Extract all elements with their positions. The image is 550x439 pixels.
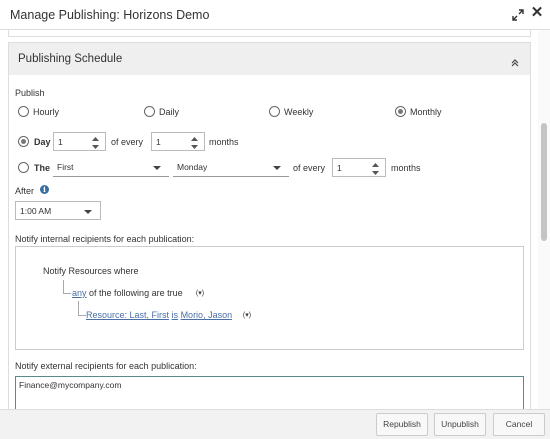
external-notify-label: Notify external recipients for each publ…	[15, 361, 197, 371]
publish-label: Publish	[15, 88, 45, 98]
stepper-arrows-icon[interactable]	[372, 162, 379, 175]
day-of-every-label: of every	[111, 137, 144, 147]
radio-monthly[interactable]	[395, 106, 406, 117]
internal-notify-label: Notify internal recipients for each publ…	[15, 234, 195, 244]
external-recipients-textarea[interactable]: Finance@mycompany.com	[15, 376, 524, 409]
rule-root-label: Notify Resources where	[43, 266, 139, 276]
dialog-content: Publishing Schedule Publish Hourly Daily…	[0, 30, 550, 409]
radio-monthly-label: Monthly	[410, 107, 442, 117]
tree-connector	[78, 301, 86, 316]
the-of-every-label: of every	[293, 163, 326, 173]
dialog-title: Manage Publishing: Horizons Demo	[10, 8, 210, 22]
condition-menu-caret[interactable]: (▾)	[242, 311, 252, 320]
rule-condition-row: Resource: Last, First is Morio, Jason	[86, 310, 232, 320]
weekday-select[interactable]: Monday	[173, 158, 289, 177]
close-icon[interactable]: ✕	[530, 5, 544, 20]
after-label: After	[15, 186, 35, 196]
radio-daily-label: Daily	[159, 107, 180, 117]
the-months-label: months	[391, 163, 421, 173]
radio-weekly-label: Weekly	[284, 107, 314, 117]
external-recipients-value: Finance@mycompany.com	[19, 380, 122, 390]
scrollbar[interactable]	[538, 30, 550, 409]
internal-notify-rule-box: Notify Resources where any of the follow…	[15, 246, 524, 350]
tree-connector	[63, 280, 71, 294]
rule-quantifier-row: any of the following are true	[72, 288, 183, 298]
radio-hourly[interactable]	[18, 106, 29, 117]
quantifier-link[interactable]: any	[72, 288, 87, 298]
radio-the-label: The	[34, 163, 51, 173]
day-number-value: 1	[58, 137, 63, 147]
scroll-thumb[interactable]	[541, 123, 547, 241]
quantifier-rest-label: of the following are true	[89, 288, 183, 298]
day-months-stepper[interactable]: 1	[151, 132, 205, 151]
day-months-label: months	[209, 137, 239, 147]
condition-operator-link[interactable]: is	[172, 310, 179, 320]
day-months-value: 1	[156, 137, 161, 147]
chevron-down-icon	[84, 210, 92, 214]
info-icon[interactable]: i	[40, 185, 49, 194]
panel-header[interactable]: Publishing Schedule	[9, 43, 530, 75]
radio-the[interactable]	[18, 162, 29, 173]
previous-section-edge	[8, 30, 531, 37]
the-months-value: 1	[337, 163, 342, 173]
dialog-titlebar: Manage Publishing: Horizons Demo ✕	[0, 0, 550, 30]
radio-day-label: Day	[34, 137, 51, 147]
stepper-arrows-icon[interactable]	[191, 136, 198, 149]
radio-daily[interactable]	[144, 106, 155, 117]
dialog-footer: Republish Unpublish Cancel	[0, 409, 550, 439]
condition-value-link[interactable]: Morio, Jason	[181, 310, 233, 320]
republish-button[interactable]: Republish	[376, 413, 428, 436]
radio-hourly-label: Hourly	[33, 107, 60, 117]
day-number-stepper[interactable]: 1	[53, 132, 106, 151]
quantifier-menu-caret[interactable]: (▾)	[195, 289, 205, 298]
chevron-down-icon	[273, 166, 281, 170]
unpublish-button[interactable]: Unpublish	[434, 413, 486, 436]
expand-icon[interactable]	[512, 8, 524, 21]
stepper-arrows-icon[interactable]	[92, 136, 99, 149]
chevron-down-icon	[153, 166, 161, 170]
ordinal-select[interactable]: First	[53, 158, 169, 177]
weekday-select-value: Monday	[177, 162, 208, 172]
radio-weekly[interactable]	[269, 106, 280, 117]
section-title: Publishing Schedule	[18, 53, 123, 65]
publishing-schedule-panel: Publishing Schedule Publish Hourly Daily…	[8, 42, 531, 409]
ordinal-select-value: First	[57, 162, 74, 172]
after-time-value: 1:00 AM	[20, 206, 52, 216]
condition-field-link[interactable]: Resource: Last, First	[86, 310, 169, 320]
cancel-button[interactable]: Cancel	[493, 413, 545, 436]
after-time-select[interactable]: 1:00 AM	[15, 201, 101, 220]
radio-day[interactable]	[18, 136, 29, 147]
the-months-stepper[interactable]: 1	[332, 158, 386, 177]
chevron-double-up-icon[interactable]	[510, 55, 520, 67]
